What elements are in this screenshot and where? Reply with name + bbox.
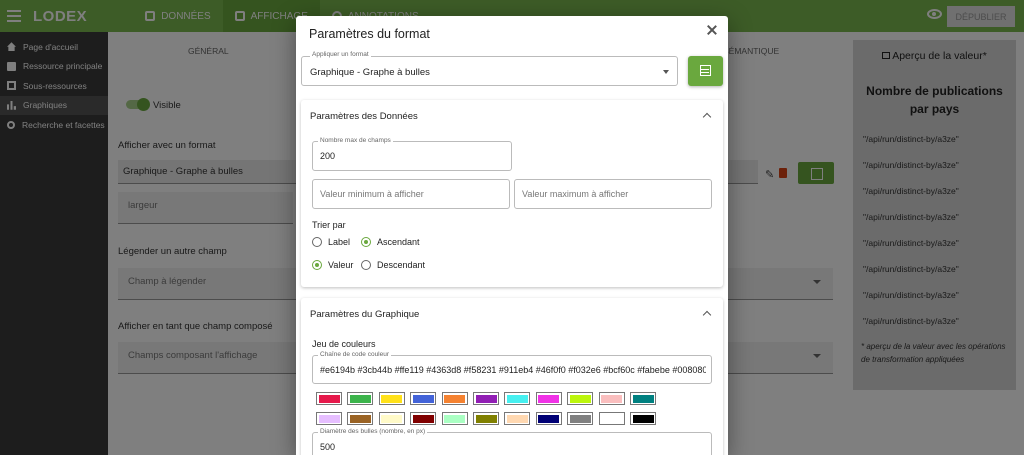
swatch-fill: [475, 414, 497, 423]
chevron-up-icon[interactable]: [702, 310, 712, 320]
color-swatch[interactable]: [598, 412, 625, 425]
swatch-fill: [506, 414, 528, 423]
color-swatch[interactable]: [504, 392, 531, 405]
radio-icon: [312, 237, 322, 247]
swatch-fill: [381, 414, 403, 423]
sort-title: Trier par: [312, 220, 346, 230]
swatch-fill: [349, 414, 371, 423]
color-swatch[interactable]: [630, 412, 656, 425]
graph-params-section: Paramètres du Graphique Jeu de couleurs …: [301, 298, 723, 455]
swatch-fill: [601, 414, 623, 423]
swatch-fill: [412, 414, 434, 423]
max-fields-label: Nombre max de champs: [318, 137, 393, 144]
swatch-fill: [569, 394, 591, 403]
bubble-diameter-value: 500: [320, 442, 336, 452]
color-swatch[interactable]: [347, 392, 374, 405]
color-swatch[interactable]: [410, 392, 437, 405]
color-swatch[interactable]: [347, 412, 374, 425]
swatch-fill: [444, 394, 466, 403]
color-swatch[interactable]: [378, 392, 405, 405]
max-value-placeholder: Valeur maximum à afficher: [522, 189, 629, 199]
color-swatch[interactable]: [378, 412, 405, 425]
swatch-fill: [632, 414, 654, 423]
radio-icon: [361, 260, 371, 270]
max-fields-value: 200: [320, 151, 336, 161]
sort-by-label-radio[interactable]: Label: [312, 237, 350, 247]
min-value-placeholder: Valeur minimum à afficher: [320, 189, 424, 199]
apply-format-label: Appliquer un format: [310, 51, 371, 58]
color-swatch[interactable]: [473, 392, 499, 405]
data-params-section: Paramètres des Données Nombre max de cha…: [301, 100, 723, 287]
swatch-fill: [506, 394, 528, 403]
radio-icon: [312, 260, 322, 270]
format-settings-dialog: Paramètres du format Appliquer un format…: [296, 16, 728, 455]
swatch-fill: [444, 414, 466, 423]
radio-label: Valeur: [328, 260, 354, 270]
graph-params-title: Paramètres du Graphique: [310, 309, 420, 320]
swatch-fill: [381, 394, 403, 403]
data-params-title: Paramètres des Données: [310, 111, 418, 122]
radio-label: Label: [328, 237, 351, 247]
radio-label: Ascendant: [377, 237, 420, 247]
dialog-title: Paramètres du format: [309, 27, 430, 41]
color-swatch[interactable]: [316, 392, 342, 405]
color-swatch[interactable]: [535, 392, 562, 405]
sort-ascending-radio[interactable]: Ascendant: [361, 237, 420, 247]
chevron-up-icon[interactable]: [702, 112, 712, 122]
color-swatch[interactable]: [598, 392, 625, 405]
swatch-fill: [632, 394, 654, 403]
colors-title: Jeu de couleurs: [312, 339, 376, 349]
color-swatch[interactable]: [535, 412, 562, 425]
close-icon[interactable]: [706, 24, 718, 36]
radio-label: Descendant: [377, 260, 426, 270]
color-swatch[interactable]: [410, 412, 437, 425]
color-swatch[interactable]: [504, 412, 531, 425]
swatch-fill: [318, 394, 340, 403]
color-swatch[interactable]: [567, 392, 594, 405]
color-code-input[interactable]: Chaîne de code couleur #e6194b #3cb44b #…: [312, 351, 712, 384]
color-swatch[interactable]: [630, 392, 656, 405]
color-swatch[interactable]: [473, 412, 499, 425]
radio-icon: [361, 237, 371, 247]
swatch-fill: [412, 394, 434, 403]
swatch-fill: [538, 394, 560, 403]
chevron-down-icon: [663, 70, 669, 74]
swatch-fill: [538, 414, 560, 423]
apply-format-select[interactable]: Appliquer un format Graphique - Graphe à…: [301, 51, 678, 86]
swatch-fill: [349, 394, 371, 403]
format-table-button[interactable]: [688, 56, 723, 86]
color-swatch[interactable]: [567, 412, 594, 425]
min-value-input[interactable]: Valeur minimum à afficher: [312, 179, 510, 209]
swatch-fill: [475, 394, 497, 403]
swatch-fill: [318, 414, 340, 423]
color-code-value: #e6194b #3cb44b #ffe119 #4363d8 #f58231 …: [320, 365, 706, 375]
sort-by-value-radio[interactable]: Valeur: [312, 260, 353, 270]
max-fields-input[interactable]: Nombre max de champs 200: [312, 137, 512, 171]
color-swatch[interactable]: [316, 412, 342, 425]
bubble-diameter-label: Diamètre des bulles (nombre, en px): [318, 428, 428, 435]
swatch-fill: [601, 394, 623, 403]
apply-format-value: Graphique - Graphe à bulles: [310, 67, 430, 78]
table-icon: [700, 65, 711, 76]
color-code-label: Chaîne de code couleur: [318, 351, 392, 358]
color-swatch[interactable]: [441, 412, 468, 425]
color-swatch[interactable]: [441, 392, 468, 405]
swatch-fill: [569, 414, 591, 423]
bubble-diameter-input[interactable]: Diamètre des bulles (nombre, en px) 500: [312, 428, 712, 455]
sort-descending-radio[interactable]: Descendant: [361, 260, 425, 270]
max-value-input[interactable]: Valeur maximum à afficher: [514, 179, 712, 209]
